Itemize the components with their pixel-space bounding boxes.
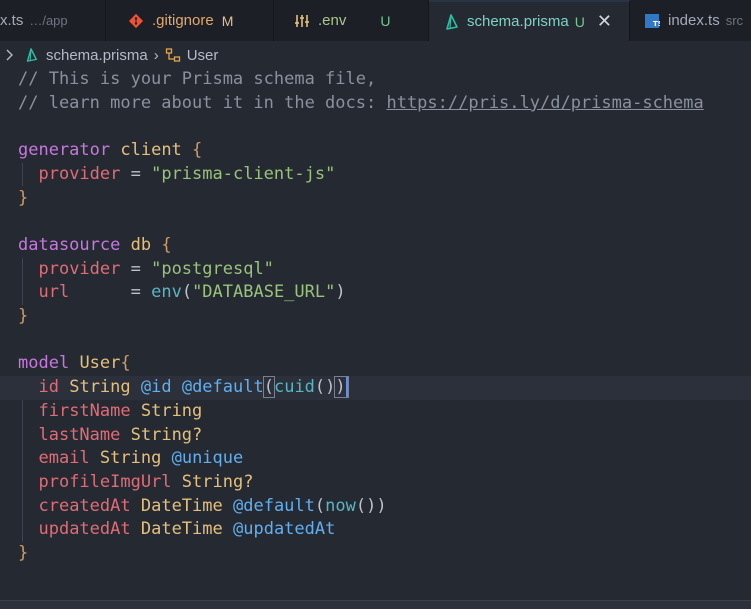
field-name: email bbox=[38, 448, 90, 469]
code-line-18: profileImgUrl String? bbox=[0, 471, 751, 495]
breadcrumb-file[interactable]: schema.prisma bbox=[46, 47, 148, 64]
block-name: db bbox=[130, 234, 152, 255]
git-icon bbox=[128, 13, 144, 29]
property-key: provider bbox=[38, 163, 121, 184]
code-line-19: createdAt DateTime @default(now()) bbox=[38, 495, 387, 516]
code-line-4: generator client { bbox=[18, 140, 203, 161]
field-type: String bbox=[140, 400, 203, 421]
property-key: provider bbox=[38, 258, 121, 279]
block-name: client bbox=[120, 140, 182, 161]
code-line-20: updatedAt DateTime @updatedAt bbox=[0, 518, 751, 542]
code-line-5: provider = "prisma-client-js" bbox=[38, 163, 336, 184]
tab-label: .gitignore bbox=[152, 12, 214, 29]
symbol-structure-icon bbox=[165, 47, 181, 63]
code-line-1: // This is your Prisma schema file, bbox=[0, 68, 751, 92]
docs-link[interactable]: https://pris.ly/d/prisma-schema bbox=[386, 93, 703, 113]
tab-path: …/app bbox=[29, 13, 68, 28]
tab-schema-prisma[interactable]: schema.prisma U ✕ bbox=[429, 0, 630, 41]
property-key: url bbox=[38, 282, 70, 303]
field-name: profileImgUrl bbox=[38, 471, 172, 492]
text-cursor: ) bbox=[334, 376, 349, 399]
function-name: env bbox=[151, 282, 182, 303]
code-line-17: email String @unique bbox=[0, 447, 751, 471]
field-name: lastName bbox=[38, 424, 121, 445]
editor-tab-bar: x.ts …/app .gitignore M .env U schema.pr… bbox=[0, 0, 751, 41]
tab-status-modified: M bbox=[221, 12, 234, 29]
string-value: "DATABASE_URL" bbox=[192, 282, 336, 303]
code-line-10: url = env("DATABASE_URL") bbox=[38, 282, 346, 303]
tab-gitignore[interactable]: .gitignore M bbox=[106, 0, 274, 41]
typescript-file-icon: TS bbox=[644, 13, 660, 29]
breadcrumb: schema.prisma › User bbox=[0, 41, 751, 69]
keyword: model bbox=[18, 353, 70, 374]
code-comment: // learn more about it in the docs: bbox=[18, 92, 387, 113]
field-type: String bbox=[99, 448, 162, 469]
close-icon[interactable]: ✕ bbox=[597, 11, 612, 32]
code-editor[interactable]: // This is your Prisma schema file, // l… bbox=[0, 68, 751, 578]
field-attribute: @updatedAt bbox=[233, 519, 336, 540]
tab-label: x.ts bbox=[0, 12, 24, 29]
tab-env[interactable]: .env U bbox=[274, 0, 429, 41]
field-type: String? bbox=[130, 424, 203, 445]
code-line-16: lastName String? bbox=[0, 424, 751, 448]
tab-label: index.ts bbox=[668, 12, 720, 29]
code-line-14: id String @id @default(cuid()) bbox=[0, 376, 751, 400]
tab-index-ts-app[interactable]: x.ts …/app bbox=[0, 0, 106, 41]
field-name: updatedAt bbox=[38, 519, 131, 540]
field-type: DateTime bbox=[140, 495, 223, 516]
field-name: createdAt bbox=[38, 495, 131, 516]
tab-status-untracked: U bbox=[574, 13, 585, 30]
string-value: "prisma-client-js" bbox=[151, 163, 336, 184]
code-line-21: } bbox=[18, 543, 29, 563]
field-type: String bbox=[69, 377, 131, 398]
tab-path: src bbox=[725, 13, 744, 28]
field-name: id bbox=[38, 377, 59, 398]
code-line-2: // learn more about it in the docs: http… bbox=[0, 92, 751, 116]
code-line-6: } bbox=[18, 187, 29, 208]
svg-text:TS: TS bbox=[653, 20, 660, 28]
field-type: DateTime bbox=[140, 519, 223, 540]
code-line-15: firstName String bbox=[0, 400, 751, 424]
model-name: User bbox=[79, 353, 121, 374]
breadcrumb-symbol[interactable]: User bbox=[187, 47, 219, 64]
tab-index-ts-src[interactable]: TS index.ts src bbox=[630, 0, 751, 41]
settings-sliders-icon bbox=[294, 13, 310, 29]
string-value: "postgresql" bbox=[151, 258, 274, 279]
field-name: firstName bbox=[38, 400, 131, 421]
code-comment: // This is your Prisma schema file, bbox=[18, 69, 377, 89]
code-line-13: model User{ bbox=[18, 353, 131, 374]
tab-label: schema.prisma bbox=[467, 13, 569, 30]
field-attribute: @unique bbox=[171, 448, 244, 469]
code-line-11: } bbox=[18, 306, 29, 326]
keyword: generator bbox=[18, 140, 111, 161]
field-type: String? bbox=[181, 471, 254, 492]
tab-label: .env bbox=[318, 12, 347, 29]
code-line-9: provider = "postgresql" bbox=[38, 258, 274, 279]
prisma-icon bbox=[443, 13, 459, 30]
keyword: datasource bbox=[18, 234, 121, 255]
breadcrumb-separator: › bbox=[153, 46, 159, 64]
prisma-icon bbox=[24, 48, 38, 62]
code-line-8: datasource db { bbox=[18, 234, 172, 255]
chevron-right-icon[interactable] bbox=[5, 49, 15, 61]
tab-status-untracked: U bbox=[380, 12, 391, 29]
